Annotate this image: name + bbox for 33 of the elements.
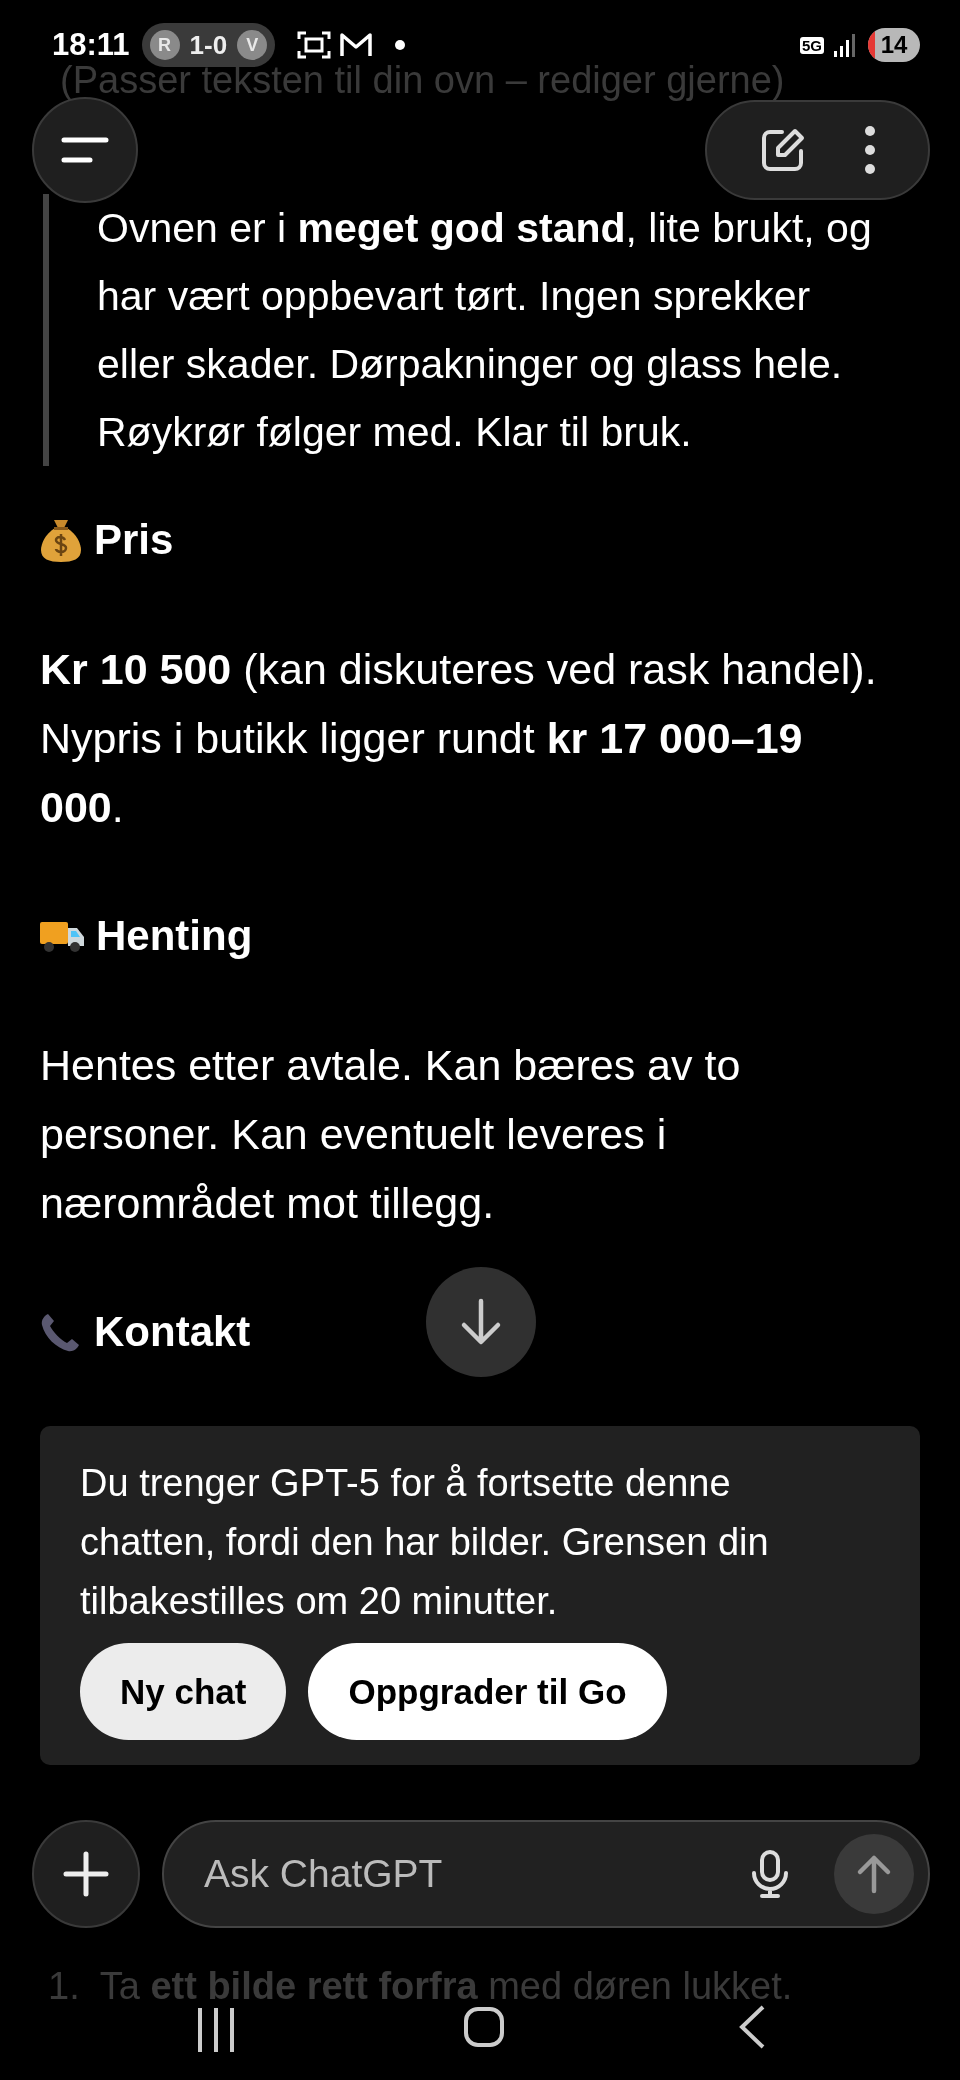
notification-dot-icon xyxy=(395,40,406,50)
body-paragraph: Hentes etter avtale. Kan bæres av to personer. Kan eventuelt leveres i nærområdet mot tillegg. xyxy=(40,1040,742,1229)
message-input-field[interactable]: Ask ChatGPT xyxy=(202,1851,750,1897)
section-heading: Pris xyxy=(94,515,174,565)
section-heading: Henting xyxy=(96,911,253,961)
more-options-icon[interactable] xyxy=(863,125,876,175)
match-score: 1-0 xyxy=(188,29,229,61)
battery-indicator: 14 xyxy=(868,28,920,62)
upgrade-button[interactable]: Oppgrader til Go xyxy=(308,1643,667,1740)
arrow-up-icon xyxy=(856,1854,892,1894)
phone-icon xyxy=(40,1311,82,1353)
body-paragraph: Kr 10 500 (kan diskuteres ved rask handel). Nypris i butikk ligger rundt kr 17 000–19 000. xyxy=(40,644,878,833)
new-chat-button[interactable]: Ny chat xyxy=(80,1643,287,1740)
menu-icon xyxy=(61,136,109,164)
limit-message: Du trenger GPT-5 for å fortsette denne chatten, fordi den har bilder. Grensen din tilbakestilles om 20 minutter. xyxy=(80,1461,770,1624)
message-composer[interactable]: Ask ChatGPT xyxy=(162,1820,930,1928)
signal-icon xyxy=(834,33,856,57)
home-icon[interactable] xyxy=(463,2004,505,2050)
arrow-down-icon xyxy=(459,1298,503,1346)
mail-icon xyxy=(339,32,374,58)
microphone-icon[interactable] xyxy=(750,1849,790,1899)
new-chat-icon[interactable] xyxy=(759,127,806,173)
screenshot-icon xyxy=(297,30,332,60)
faded-list-item: Ta ett bilde rett forfra med døren lukket. xyxy=(99,1966,793,2006)
team-badge: R xyxy=(149,30,180,60)
section-heading: Kontakt xyxy=(94,1307,251,1357)
plus-icon xyxy=(63,1851,109,1897)
team-badge: V xyxy=(237,30,268,60)
list-number: 1. xyxy=(48,1966,80,2006)
send-button[interactable] xyxy=(834,1834,914,1914)
back-icon[interactable] xyxy=(738,2004,766,2050)
money-bag-icon xyxy=(40,518,82,562)
network-type: 5G xyxy=(800,36,824,54)
